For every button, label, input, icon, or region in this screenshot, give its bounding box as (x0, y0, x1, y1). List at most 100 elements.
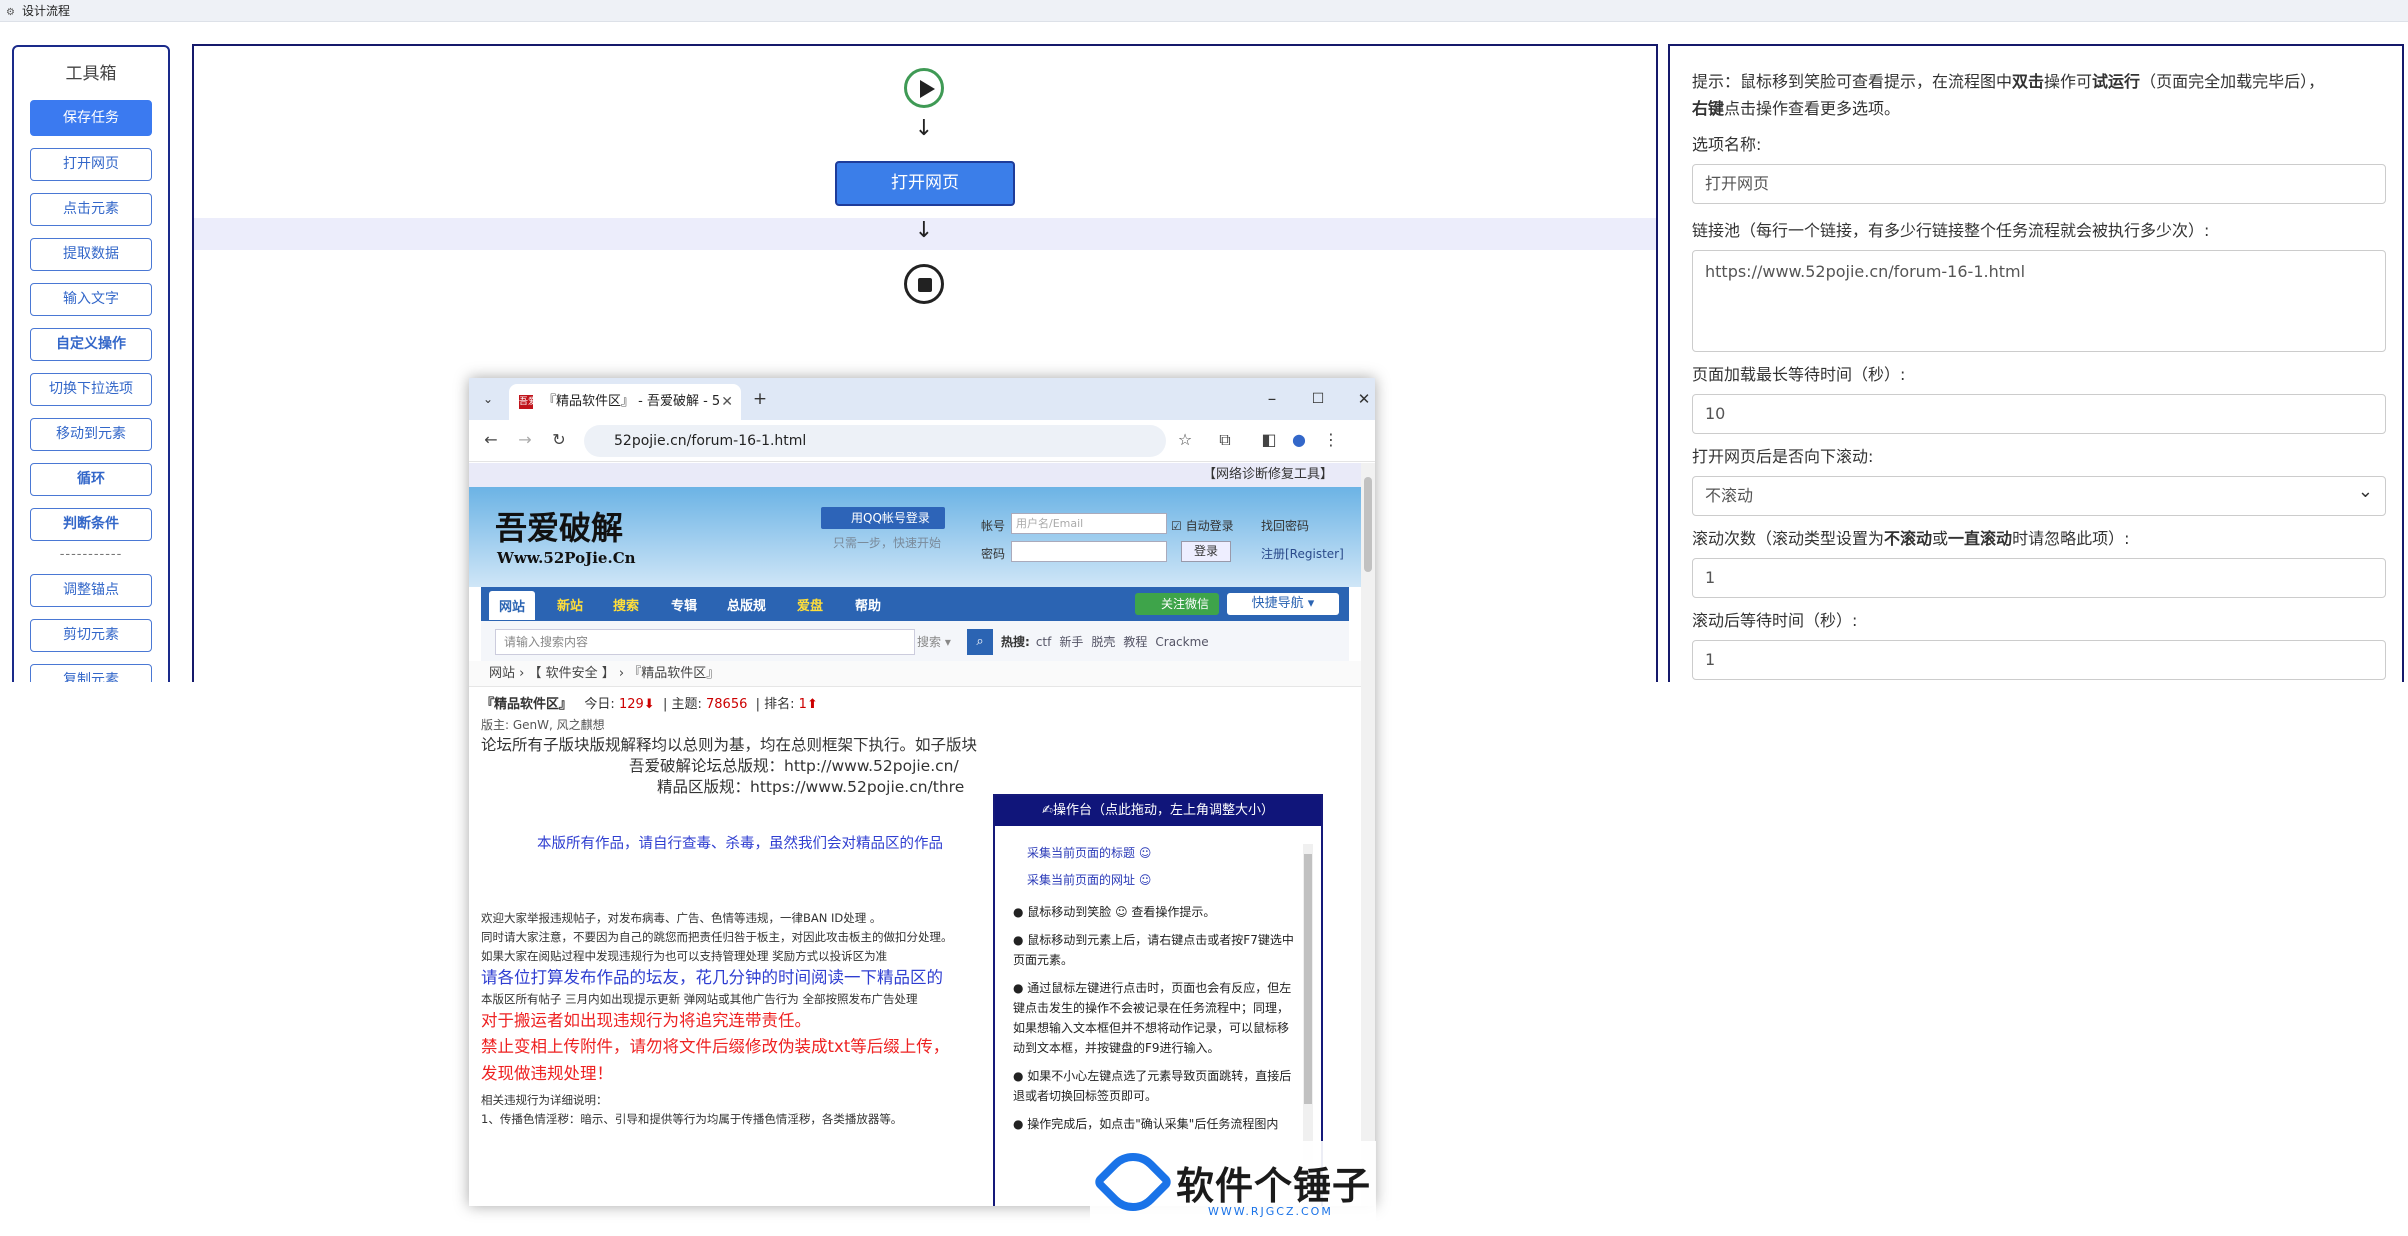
max-wait-input[interactable]: 10 (1692, 394, 2386, 434)
page-scrollbar[interactable] (1361, 463, 1375, 1206)
url-text: 52pojie.cn/forum-16-1.html (614, 433, 807, 449)
quick-nav-button[interactable]: 快捷导航 ▾ (1227, 593, 1339, 615)
collect-url-link[interactable]: 采集当前页面的网址 ☺ (1027, 867, 1297, 894)
hot-link[interactable]: 新手 (1059, 635, 1083, 649)
menu-item-new[interactable]: 新站 (557, 595, 583, 614)
hot-link[interactable]: 教程 (1123, 635, 1147, 649)
move-to-element-button[interactable]: 移动到元素 (30, 418, 152, 451)
site-header: 吾爱破解 Www.52PoJie.Cn 用QQ帐号登录 只需一步，快速开始 帐号… (469, 487, 1361, 587)
condition-button[interactable]: 判断条件 (30, 508, 152, 541)
hot-link[interactable]: ctf (1036, 635, 1052, 649)
adjust-anchor-button[interactable]: 调整锚点 (30, 574, 152, 607)
scroll-count-input[interactable]: 1 (1692, 558, 2386, 598)
menu-item-search[interactable]: 搜索 (613, 595, 639, 614)
option-name-label: 选项名称: (1692, 135, 1762, 154)
copy-element-button[interactable]: 复制元素 (30, 664, 152, 682)
side-panel-icon[interactable]: ◧ (1257, 430, 1281, 449)
menu-item-aipan[interactable]: 爱盘 (797, 595, 823, 614)
net-fix-link[interactable]: 【网络诊断修复工具】 (469, 463, 1361, 487)
login-button[interactable]: 登录 (1181, 541, 1231, 562)
address-bar[interactable]: 52pojie.cn/forum-16-1.html (584, 425, 1166, 457)
menu-item-help[interactable]: 帮助 (855, 595, 881, 614)
window-title: 设计流程 (22, 4, 71, 18)
register-link[interactable]: 注册[Register] (1261, 545, 1344, 562)
forum-header: 『精品软件区』 今日: 129⬇ | 主题: 78656 | 排名: 1⬆ (481, 697, 818, 712)
find-password-link[interactable]: 找回密码 (1261, 517, 1309, 534)
rule-line: 论坛所有子版块版规解释均以总则为基，均在总则框架下执行。如子版块 (481, 736, 978, 754)
tab-title: 『精品软件区』 - 吾爱破解 - 5 (543, 394, 721, 409)
after-wait-label: 滚动后等待时间（秒）: (1692, 611, 1858, 630)
click-element-button[interactable]: 点击元素 (30, 193, 152, 226)
tab-close-icon[interactable]: ✕ (721, 384, 733, 420)
after-wait-input[interactable]: 1 (1692, 640, 2386, 680)
toolbox-panel: 工具箱 保存任务 打开网页 点击元素 提取数据 输入文字 自定义操作 切换下拉选… (12, 45, 170, 682)
end-node-icon[interactable] (904, 264, 944, 304)
start-node-icon[interactable] (904, 68, 944, 108)
link-pool-label: 链接池（每行一个链接，有多少行链接整个任务流程就会被执行多少次）: (1692, 221, 2210, 240)
watermark-title: 软件个锤子 (1176, 1164, 1372, 1208)
maximize-icon[interactable]: ☐ (1303, 384, 1333, 414)
menu-item-rules[interactable]: 总版规 (727, 595, 766, 614)
site-search-input[interactable]: 请输入搜索内容 (495, 629, 915, 655)
options-panel: 提示：鼠标移到笑脸可查看提示，在流程图中双击操作可试运行（页面完全加载完毕后），… (1668, 44, 2404, 682)
search-type-select[interactable]: 搜索 ▾ (917, 633, 951, 650)
back-icon[interactable]: ← (479, 430, 503, 449)
input-text-button[interactable]: 输入文字 (30, 283, 152, 316)
new-tab-icon[interactable]: + (745, 384, 775, 414)
menu-icon[interactable]: ⋮ (1319, 430, 1343, 449)
password-label: 密码 (981, 547, 1006, 561)
site-logo-sub: Www.52PoJie.Cn (497, 549, 636, 567)
flow-arrow: ↓ (914, 218, 934, 243)
option-name-input[interactable]: 打开网页 (1692, 164, 2386, 204)
console-body: 采集当前页面的标题 ☺ 采集当前页面的网址 ☺ ● 鼠标移动到笑脸 ☺ 查看操作… (995, 826, 1321, 1134)
console-tip: ● 如果不小心左键点选了元素导致页面跳转，直接后退或者切换回标签页即可。 (1013, 1069, 1292, 1103)
menu-item-album[interactable]: 专辑 (671, 595, 697, 614)
menu-item-site[interactable]: 网站 (489, 591, 536, 620)
loop-button[interactable]: 循环 (30, 463, 152, 496)
qq-login-button[interactable]: 用QQ帐号登录 (821, 507, 945, 529)
account-input[interactable]: 用户名/Email (1011, 513, 1167, 534)
collect-title-link[interactable]: 采集当前页面的标题 ☺ (1027, 840, 1297, 867)
minimize-icon[interactable]: – (1257, 384, 1287, 414)
browser-tabstrip: ⌄ 吾爱 『精品软件区』 - 吾爱破解 - 5 ✕ + – ☐ ✕ (469, 378, 1375, 420)
extensions-icon[interactable]: ⧉ (1213, 430, 1237, 450)
close-window-icon[interactable]: ✕ (1349, 384, 1375, 414)
window-titlebar: ⚙ 设计流程 (0, 0, 2408, 22)
search-row: 请输入搜索内容 搜索 ▾ ⌕ 热搜: ctf 新手 脱壳 教程 Crackme (481, 621, 1349, 661)
search-icon[interactable]: ⌕ (967, 629, 993, 655)
switch-dropdown-button[interactable]: 切换下拉选项 (30, 373, 152, 406)
web-page: 【网络诊断修复工具】 吾爱破解 Www.52PoJie.Cn 用QQ帐号登录 只… (469, 463, 1361, 1206)
browser-tab[interactable]: 吾爱 『精品软件区』 - 吾爱破解 - 5 ✕ (509, 384, 741, 420)
auto-login-checkbox[interactable]: ☑ 自动登录 (1171, 517, 1234, 534)
console-title[interactable]: ✍操作台（点此拖动，左上角调整大小） (995, 796, 1321, 826)
save-task-button[interactable]: 保存任务 (30, 100, 152, 136)
bookmark-star-icon[interactable]: ☆ (1173, 430, 1197, 449)
console-tip: ● 操作完成后，如点击"确认采集"后任务流程图内 (1013, 1117, 1279, 1131)
max-wait-label: 页面加载最长等待时间（秒）: (1692, 365, 1906, 384)
reload-icon[interactable]: ↻ (547, 430, 571, 449)
extract-data-button[interactable]: 提取数据 (30, 238, 152, 271)
toolbox-title: 工具箱 (65, 64, 117, 84)
custom-action-button[interactable]: 自定义操作 (30, 328, 152, 361)
app-icon: ⚙ (6, 7, 15, 18)
hot-search: 热搜: ctf 新手 脱壳 教程 Crackme (1001, 635, 1209, 649)
site-logo[interactable]: 吾爱破解 (495, 503, 623, 549)
console-tip: ● 鼠标移动到元素上后，请右键点击或者按F7键选中页面元素。 (1013, 933, 1294, 967)
breadcrumb[interactable]: 网站 › 【 软件安全 】 › 『精品软件区』 (469, 661, 1361, 687)
cut-element-button[interactable]: 剪切元素 (30, 619, 152, 652)
scroll-label: 打开网页后是否向下滚动: (1692, 447, 1874, 466)
hot-link[interactable]: 脱壳 (1091, 635, 1115, 649)
scroll-select[interactable]: 不滚动 (1692, 473, 2386, 516)
open-page-button[interactable]: 打开网页 (30, 148, 152, 181)
tab-search-icon[interactable]: ⌄ (473, 384, 503, 414)
forward-icon[interactable]: → (513, 430, 537, 449)
toolbox-separator: ----------- (59, 547, 123, 562)
profile-icon[interactable]: ● (1287, 430, 1311, 449)
watermark-logo-icon (1091, 1140, 1175, 1224)
open-page-node[interactable]: 打开网页 (835, 161, 1015, 206)
password-input[interactable] (1011, 541, 1167, 562)
link-pool-textarea[interactable]: https://www.52pojie.cn/forum-16-1.html (1692, 250, 2386, 352)
hot-link[interactable]: Crackme (1155, 635, 1208, 649)
rule-link[interactable]: 吾爱破解论坛总版规：http://www.52pojie.cn/ (481, 756, 1349, 777)
wechat-follow-button[interactable]: 关注微信 (1135, 593, 1219, 615)
